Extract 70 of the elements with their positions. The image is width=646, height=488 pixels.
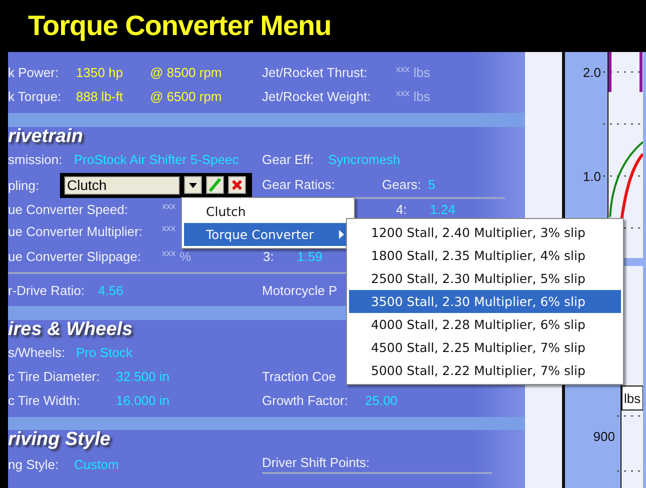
field-label: Motorcycle P xyxy=(262,282,338,298)
close-icon xyxy=(231,179,243,191)
gear-label: 4: xyxy=(396,202,408,216)
axis-tick-label: 1.0 xyxy=(582,169,601,184)
field-value: 32.500 in xyxy=(116,368,170,384)
field-value: @ 8500 rpm xyxy=(150,64,222,80)
field-label: c Tire Diameter: xyxy=(8,368,101,384)
gear-ratio-value: 1.59 xyxy=(297,249,322,264)
marker-line xyxy=(608,52,612,92)
field-value: 4.56 xyxy=(98,282,124,298)
field-label: ue Converter Multiplier: xyxy=(8,224,144,239)
field-label: smission: xyxy=(8,152,64,166)
field-value: 16.000 in xyxy=(116,393,170,408)
field-value: xxx xyxy=(162,249,176,258)
window-title: Torque Converter Menu xyxy=(27,9,332,43)
unit-label: % xyxy=(180,249,192,264)
menu-item[interactable]: 3500 Stall, 2.30 Multiplier, 6% slip xyxy=(349,290,621,313)
field-label: k Torque: xyxy=(8,88,62,104)
field-value: xxx xyxy=(396,88,410,98)
field-value: xxx xyxy=(396,64,410,74)
cancel-button[interactable] xyxy=(228,176,246,194)
field-value: @ 6500 rpm xyxy=(150,88,222,104)
unit-label: lbs xyxy=(624,391,641,406)
field-label: Gears: xyxy=(382,176,422,192)
field-label: ue Converter Slippage: xyxy=(8,249,142,264)
check-icon xyxy=(208,178,222,192)
gear-label: 3: xyxy=(263,249,275,264)
field-value: ProStock Air Shifter 5-Speec xyxy=(74,152,239,166)
marker-line xyxy=(640,52,642,92)
field-value: xxx xyxy=(162,224,176,233)
field-label: Gear Ratios: xyxy=(262,176,336,192)
dropdown-button[interactable] xyxy=(184,176,202,194)
axis-tick-label: 2.0 xyxy=(582,65,601,80)
field-value: Custom xyxy=(74,456,119,472)
field-label: Jet/Rocket Thrust: xyxy=(262,64,368,80)
field-label: Growth Factor: xyxy=(262,393,349,408)
field-label: pling: xyxy=(8,178,40,192)
field-value: Pro Stock xyxy=(76,344,132,360)
field-label: Gear Eff: xyxy=(262,152,315,166)
field-value: 5 xyxy=(428,176,436,192)
field-value: 25.00 xyxy=(365,393,398,408)
menu-item[interactable]: 4000 Stall, 2.28 Multiplier, 6% slip xyxy=(349,313,621,336)
field-label: Driver Shift Points: xyxy=(262,454,492,474)
section-heading: ires & Wheels xyxy=(8,319,133,341)
field-value: xxx xyxy=(162,202,176,210)
field-label: s/Wheels: xyxy=(8,344,66,360)
field-label: c Tire Width: xyxy=(8,393,82,408)
unit-label: lbs xyxy=(414,64,430,80)
caret-icon xyxy=(188,181,198,189)
field-label: ue Converter Speed: xyxy=(8,202,129,216)
section-heading: rivetrain xyxy=(8,126,83,148)
menu-item[interactable]: 1800 Stall, 2.35 Multiplier, 4% slip xyxy=(349,244,621,267)
gear-ratio-value: 1.24 xyxy=(430,202,456,216)
section-heading: riving Style xyxy=(8,429,110,451)
unit-label: lbs xyxy=(414,88,430,104)
field-label: k Power: xyxy=(8,64,60,80)
field-value: Syncromesh xyxy=(328,152,400,166)
field-label: r-Drive Ratio: xyxy=(8,282,86,298)
menu-item[interactable]: Clutch xyxy=(184,200,352,223)
field-value: 888 lb-ft xyxy=(76,88,124,104)
coupling-field[interactable]: Clutch xyxy=(64,176,180,194)
field-value: 1350 hp xyxy=(76,64,124,80)
menu-item[interactable]: 1200 Stall, 2.40 Multiplier, 3% slip xyxy=(349,221,621,244)
field-label: Jet/Rocket Weight: xyxy=(262,88,372,104)
menu-item[interactable]: 5000 Stall, 2.22 Multiplier, 7% slip xyxy=(349,359,621,382)
menu-item[interactable]: 2500 Stall, 2.30 Multiplier, 5% slip xyxy=(349,267,621,290)
axis-tick-label: 900 xyxy=(593,429,615,444)
menu-item[interactable]: 4500 Stall, 2.25 Multiplier, 7% slip xyxy=(349,336,621,359)
field-label: ng Style: xyxy=(8,456,60,472)
field-label: Traction Coe xyxy=(262,368,336,384)
